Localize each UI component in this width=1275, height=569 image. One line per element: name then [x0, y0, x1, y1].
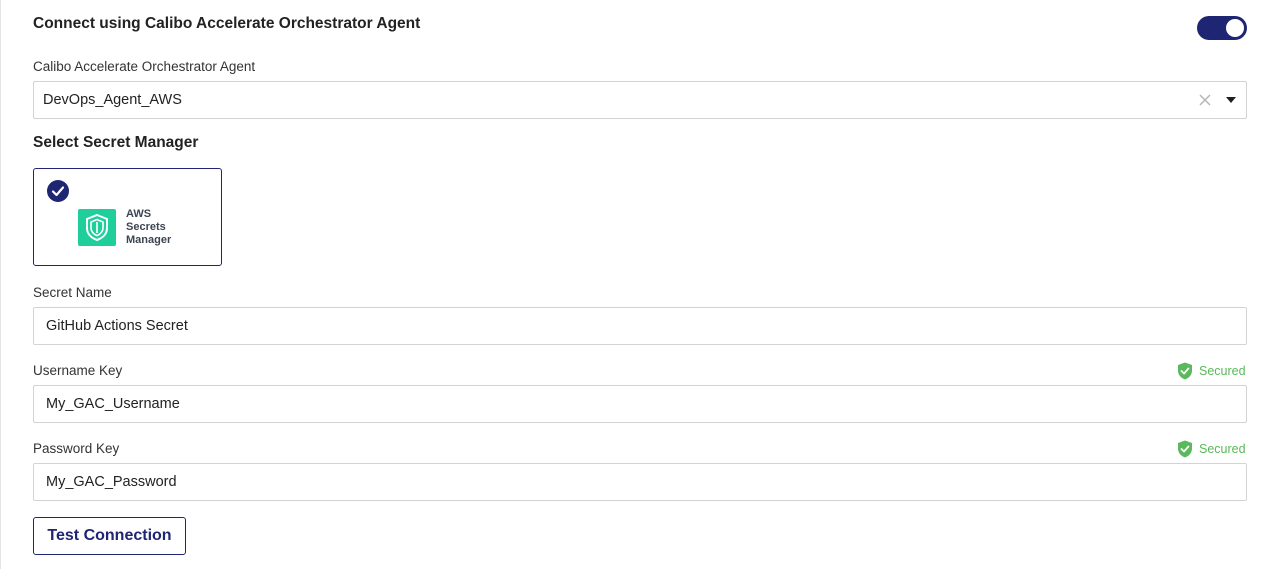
- password-secured-badge: Secured: [1177, 440, 1246, 458]
- shield-check-icon: [1178, 362, 1192, 380]
- secret-name-label: Secret Name: [33, 285, 112, 300]
- check-icon: [47, 180, 69, 202]
- password-key-label: Password Key: [33, 441, 120, 456]
- left-divider: [0, 0, 1, 569]
- aws-secrets-manager-logo: [78, 209, 116, 246]
- connect-agent-title: Connect using Calibo Accelerate Orchestr…: [33, 15, 421, 32]
- shield-check-icon: [1178, 440, 1192, 458]
- username-key-label: Username Key: [33, 363, 123, 378]
- password-key-input[interactable]: My_GAC_Password: [33, 463, 1247, 501]
- aws-secrets-manager-label: AWS Secrets Manager: [126, 208, 172, 246]
- secret-manager-title: Select Secret Manager: [33, 134, 199, 151]
- username-key-value: My_GAC_Username: [46, 396, 180, 412]
- secret-name-input[interactable]: GitHub Actions Secret: [33, 307, 1247, 345]
- username-key-input[interactable]: My_GAC_Username: [33, 385, 1247, 423]
- toggle-knob: [1226, 19, 1244, 37]
- agent-selected-value: DevOps_Agent_AWS: [43, 92, 182, 108]
- secured-label: Secured: [1199, 364, 1246, 378]
- aws-secrets-manager-card[interactable]: AWS Secrets Manager: [33, 168, 222, 266]
- agent-label: Calibo Accelerate Orchestrator Agent: [33, 59, 256, 74]
- test-connection-button[interactable]: Test Connection: [33, 517, 186, 555]
- username-secured-badge: Secured: [1177, 362, 1246, 380]
- connect-agent-toggle[interactable]: [1197, 16, 1247, 40]
- caret-down-icon[interactable]: [1226, 97, 1236, 103]
- secured-label: Secured: [1199, 442, 1246, 456]
- close-icon[interactable]: [1198, 93, 1212, 107]
- secret-name-value: GitHub Actions Secret: [46, 318, 188, 334]
- password-key-value: My_GAC_Password: [46, 474, 177, 490]
- agent-select[interactable]: DevOps_Agent_AWS: [33, 81, 1247, 119]
